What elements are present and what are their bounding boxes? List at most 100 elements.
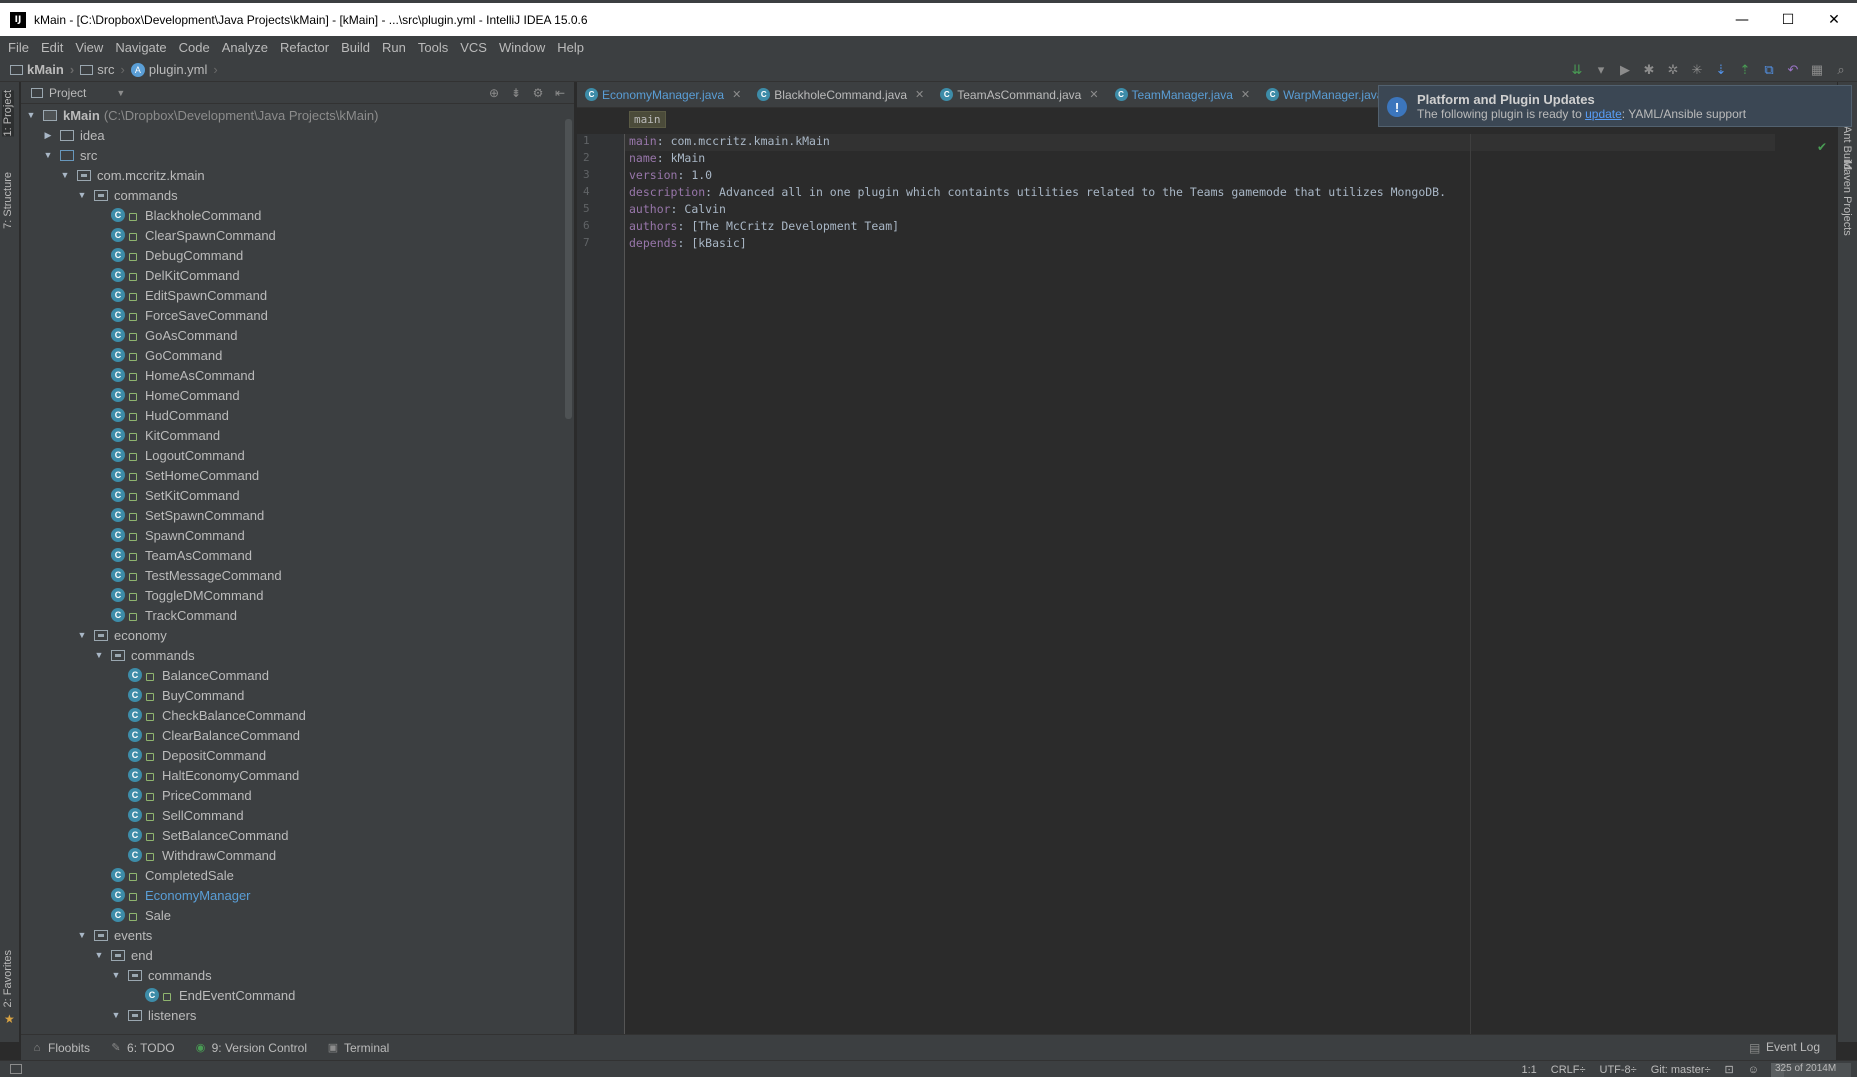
nav-crumb-project[interactable]: kMain › [10,62,74,77]
coverage-icon[interactable]: ✲ [1664,61,1682,79]
tree-item-class[interactable]: ▶CHomeAsCommand [21,365,574,385]
expand-arrow-icon[interactable]: ▼ [93,650,105,660]
tree-item-class[interactable]: ▶CKitCommand [21,425,574,445]
menu-tools[interactable]: Tools [412,40,454,55]
menu-refactor[interactable]: Refactor [274,40,335,55]
tab-maven-projects[interactable]: Maven Projects [1841,160,1853,236]
tree-item-class[interactable]: ▶CSellCommand [21,805,574,825]
tab-favorites[interactable]: 2: Favorites [2,950,14,1007]
tree-item-class[interactable]: ▶CClearSpawnCommand [21,225,574,245]
menu-navigate[interactable]: Navigate [109,40,172,55]
line-separator[interactable]: CRLF÷ [1551,1064,1586,1076]
tree-item-class[interactable]: ▶CBlackholeCommand [21,205,574,225]
tree-item-class[interactable]: ▶CSpawnCommand [21,525,574,545]
nav-crumb-src[interactable]: src › [80,62,125,77]
build-icon[interactable]: ⇊ [1568,61,1586,79]
tree-item-class[interactable]: ▶CClearBalanceCommand [21,725,574,745]
update-notification[interactable]: ! Platform and Plugin Updates The follow… [1378,85,1852,127]
maximize-button[interactable]: ☐ [1765,3,1811,36]
menu-analyze[interactable]: Analyze [216,40,274,55]
vcs-compare-icon[interactable]: ⧉ [1760,61,1778,79]
tree-item-class[interactable]: ▶CGoAsCommand [21,325,574,345]
menu-build[interactable]: Build [335,40,376,55]
tree-item-class[interactable]: ▶CTeamAsCommand [21,545,574,565]
tree-scrollbar[interactable] [565,119,572,419]
menu-run[interactable]: Run [376,40,412,55]
tree-item-class[interactable]: ▶CSetKitCommand [21,485,574,505]
tree-item-class[interactable]: ▶CWithdrawCommand [21,845,574,865]
menu-edit[interactable]: Edit [35,40,69,55]
scroll-from-source-icon[interactable]: ⊕ [486,85,502,101]
tree-item-class[interactable]: ▶CEditSpawnCommand [21,285,574,305]
vcs-update-icon[interactable]: ⇣ [1712,61,1730,79]
tree-item-class[interactable]: ▶CSale [21,905,574,925]
tree-item-folder[interactable]: ▼ economy [21,625,574,645]
tree-item-folder[interactable]: ▶ idea [21,125,574,145]
collapse-arrow-icon[interactable]: ▶ [42,130,54,141]
tree-item-class[interactable]: ▶CHaltEconomyCommand [21,765,574,785]
editor-tab[interactable]: C EconomyManager.java ✕ [577,82,749,108]
tree-item-folder[interactable]: ▼ commands [21,185,574,205]
tree-item-class[interactable]: ▶CPriceCommand [21,785,574,805]
editor-tab[interactable]: C WarpManager.java [1258,82,1391,108]
caret-position[interactable]: 1:1 [1521,1064,1536,1076]
update-link[interactable]: update [1585,107,1622,121]
profile-icon[interactable]: ✳ [1688,61,1706,79]
tree-item-class[interactable]: ▶CTrackCommand [21,605,574,625]
tree-item-class[interactable]: ▶CSetBalanceCommand [21,825,574,845]
tool-todo[interactable]: ✎ 6: TODO [110,1041,174,1055]
tree-item-class[interactable]: ▶CEconomyManager [21,885,574,905]
expand-arrow-icon[interactable]: ▼ [110,1010,122,1020]
editor-tab[interactable]: C TeamManager.java ✕ [1107,82,1259,108]
tree-item-class[interactable]: ▶CDelKitCommand [21,265,574,285]
project-structure-icon[interactable]: ▦ [1808,61,1826,79]
memory-indicator[interactable]: 325 of 2014M [1771,1062,1851,1077]
gear-icon[interactable]: ⚙ [530,85,546,101]
tree-item-folder[interactable]: ▼ commands [21,965,574,985]
editor-tab[interactable]: C BlackholeCommand.java ✕ [749,82,932,108]
close-button[interactable]: ✕ [1811,3,1857,36]
tree-item-class[interactable]: ▶CForceSaveCommand [21,305,574,325]
tool-version-control[interactable]: ◉ 9: Version Control [195,1041,307,1055]
hide-panel-icon[interactable]: ⇤ [552,85,568,101]
expand-arrow-icon[interactable]: ▼ [76,930,88,940]
code-editor[interactable]: main: com.mccritz.kmain.kMain name: kMain… [629,134,1779,253]
lock-icon[interactable]: ⊡ [1725,1063,1734,1076]
hector-icon[interactable]: ☺ [1748,1064,1759,1076]
tree-item-class[interactable]: ▶CCheckBalanceCommand [21,705,574,725]
tree-item-folder[interactable]: ▼ events [21,925,574,945]
revert-icon[interactable]: ↶ [1784,61,1802,79]
expand-arrow-icon[interactable]: ▼ [93,950,105,960]
tree-item-class[interactable]: ▶CHudCommand [21,405,574,425]
tab-structure[interactable]: 7: Structure [2,172,14,229]
tree-item-class[interactable]: ▶CToggleDMCommand [21,585,574,605]
tree-item-folder[interactable]: ▼ com.mccritz.kmain [21,165,574,185]
expand-arrow-icon[interactable]: ▼ [59,170,71,180]
menu-file[interactable]: File [2,40,35,55]
editor-tab[interactable]: C TeamAsCommand.java ✕ [932,82,1106,108]
event-log[interactable]: ▤ Event Log [1749,1040,1820,1055]
expand-arrow-icon[interactable]: ▼ [42,150,54,160]
tree-item-folder[interactable]: ▼ end [21,945,574,965]
tree-item-class[interactable]: ▶CDepositCommand [21,745,574,765]
close-tab-icon[interactable]: ✕ [732,88,741,101]
search-icon[interactable]: ⌕ [1832,61,1850,79]
tree-item-class[interactable]: ▶CHomeCommand [21,385,574,405]
collapse-all-icon[interactable]: ⇟ [508,85,524,101]
tree-item-folder[interactable]: ▼ commands [21,645,574,665]
menu-code[interactable]: Code [173,40,216,55]
tree-item-class[interactable]: ▶CLogoutCommand [21,445,574,465]
tree-item-class[interactable]: ▶CTestMessageCommand [21,565,574,585]
tab-project[interactable]: 1: Project [2,90,14,137]
tree-item-class[interactable]: ▶CSetSpawnCommand [21,505,574,525]
minimize-button[interactable]: — [1719,3,1765,36]
tree-root[interactable]: ▼ kMain (C:\Dropbox\Development\Java Pro… [21,105,574,125]
tree-item-class[interactable]: ▶CGoCommand [21,345,574,365]
file-encoding[interactable]: UTF-8÷ [1600,1064,1637,1076]
nav-crumb-file[interactable]: A plugin.yml › [130,62,218,77]
run-icon[interactable]: ▶ [1616,61,1634,79]
tree-item-class[interactable]: ▶CCompletedSale [21,865,574,885]
tool-windows-toggle-icon[interactable] [10,1064,22,1074]
menu-window[interactable]: Window [493,40,551,55]
chevron-down-icon[interactable]: ▼ [116,88,125,98]
